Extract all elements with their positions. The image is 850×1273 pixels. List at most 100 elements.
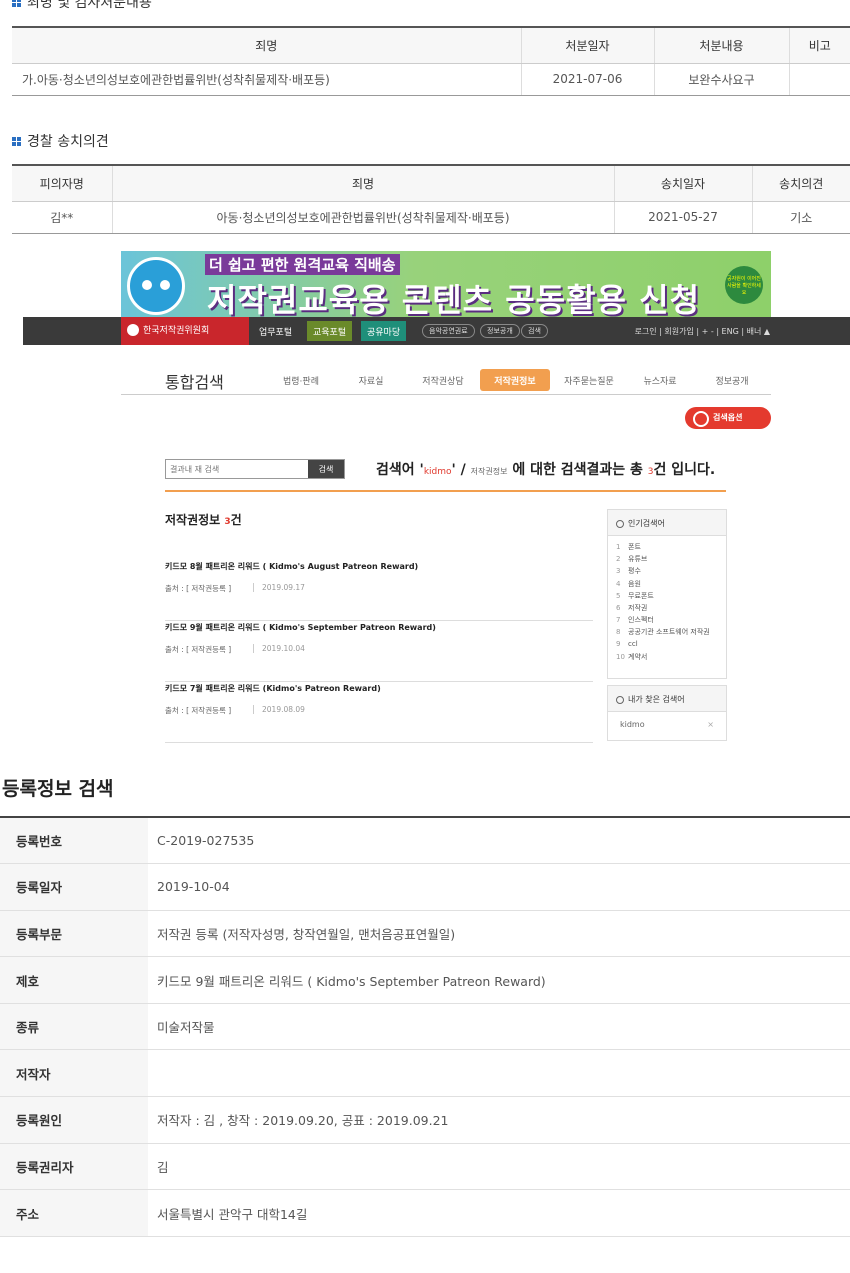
table-row: 등록원인 저작자 : 김 , 창작 : 2019.09.20, 공표 : 2019… <box>0 1096 850 1144</box>
item-date: 2019.09.17 <box>253 583 305 592</box>
keyword-item[interactable]: 2 유튜브 <box>616 554 726 566</box>
table-row: 등록일자 2019-10-04 <box>0 863 850 911</box>
row-value <box>148 1050 850 1097</box>
nav-login-links[interactable]: 로그인 | 회원가입 | + - | ENG | 배너 ▲ <box>635 326 770 337</box>
nav-button-work-portal[interactable]: 업무포털 <box>253 321 298 341</box>
keyword-item[interactable]: 6 저작권 <box>616 603 726 615</box>
table-row: 종류 미술저작물 <box>0 1003 850 1050</box>
row-value: 서울특별시 관악구 대학14길 <box>157 1206 308 1222</box>
item-title[interactable]: 키드모 9월 패트리온 리워드 ( Kidmo's September Patr… <box>165 622 436 633</box>
integrated-search-title: 통합검색 <box>165 373 224 392</box>
result-search-button[interactable]: 검색 <box>308 460 344 478</box>
keyword-item[interactable]: 7 인스펙터 <box>616 615 726 627</box>
keyword-item[interactable]: 3 평수 <box>616 566 726 578</box>
result-search-box: 검색 <box>165 459 345 479</box>
item-date: 2019.08.09 <box>253 705 305 714</box>
row-label: 등록부문 <box>0 910 148 957</box>
result-sep: ' / <box>451 462 471 478</box>
banner-title: 저작권교육용 콘텐츠 공동활용 신청 <box>207 281 701 317</box>
item-title[interactable]: 키드모 7월 패트리온 리워드 (Kidmo's Patreon Reward) <box>165 683 381 694</box>
cell-suspect: 김** <box>12 201 112 234</box>
result-search-input[interactable] <box>166 460 306 478</box>
cell-opinion: 기소 <box>751 201 850 234</box>
col-header-date: 처분일자 <box>520 26 654 64</box>
row-label: 제호 <box>0 956 148 1004</box>
recent-keyword[interactable]: kidmo × <box>608 712 726 735</box>
table-row: 등록번호 C-2019-027535 <box>0 817 850 864</box>
result-summary: 검색어 'kidmo' / 저작권정보 에 대한 검색결과는 총 3건 입니다. <box>376 459 715 479</box>
search-tabs: 통합검색 법령·판례 자료실 저작권상담 저작권정보 자주묻는질문 뉴스자료 정… <box>121 363 771 395</box>
list-item[interactable]: 키드모 9월 패트리온 리워드 ( Kidmo's September Patr… <box>165 622 593 682</box>
col-header-charge: 죄명 <box>111 164 614 202</box>
item-date: 2019.10.04 <box>253 644 305 653</box>
tab-law[interactable]: 법령·판례 <box>271 369 331 391</box>
popular-keywords-panel: 인기검색어 1 폰트 2 유튜브 3 평수 4 음원 5 무료폰트 6 저작권 7 인스펙터 … <box>607 509 727 679</box>
popular-keywords-title: 인기검색어 <box>608 510 726 536</box>
popular-keywords-list: 1 폰트 2 유튜브 3 평수 4 음원 5 무료폰트 6 저작권 7 인스펙터 8 공공기관 … <box>608 536 726 670</box>
nav-button-share-yard[interactable]: 공유마당 <box>361 321 407 341</box>
row-value: 저작권 등록 (저작자성명, 창작연월일, 맨처음공표연월일) <box>157 926 456 942</box>
banner-badge: 공자원이 이어진 사람을 확인하세요 <box>725 266 763 304</box>
table-row: 제호 키드모 9월 패트리온 리워드 ( Kidmo's September Pa… <box>0 956 850 1004</box>
result-category: 저작권정보 <box>470 467 508 476</box>
banner-subtitle: 더 쉽고 편한 원격교육 직배송 <box>205 254 400 275</box>
result-list-title: 저작권정보 3건 <box>165 511 242 528</box>
square-bullet-icon <box>12 136 21 146</box>
police-opinion-table: 피의자명 죄명 송치일자 송치의견 김** 아동·청소년의성보호에관한법률위반(… <box>12 164 850 234</box>
top-navbar: 한국저작권위원회 업무포털 교육포털 공유마당 음악공연권료 정보공개 검색 로… <box>23 317 850 345</box>
keyword-item[interactable]: 10 계약서 <box>616 652 726 664</box>
keyword-item[interactable]: 1 폰트 <box>616 542 726 554</box>
result-keyword: kidmo <box>423 467 452 477</box>
cell-date: 2021-07-06 <box>520 63 654 96</box>
row-label: 등록번호 <box>0 817 148 864</box>
cell-disposition: 보완수사요구 <box>653 63 789 96</box>
table-row: 가.아동·청소년의성보호에관한법률위반(성착취물제작·배포등) 2021-07-… <box>12 63 850 96</box>
close-icon[interactable]: × <box>707 720 714 729</box>
table-row: 주소 서울특별시 관악구 대학14길 <box>0 1189 850 1237</box>
disposition-table: 죄명 처분일자 처분내용 비고 가.아동·청소년의성보호에관한법률위반(성착취물… <box>12 26 850 96</box>
promo-banner[interactable]: 더 쉽고 편한 원격교육 직배송 저작권교육용 콘텐츠 공동활용 신청 공자원이… <box>121 251 771 317</box>
section-heading-disposition: 죄명 및 검사처분내용 <box>12 0 152 12</box>
recent-keyword-text[interactable]: kidmo <box>620 720 645 729</box>
keyword-item[interactable]: 8 공공기관 소프트웨어 저작권 <box>616 627 726 639</box>
section-heading-police: 경찰 송치의견 <box>12 131 109 151</box>
section-title: 경찰 송치의견 <box>27 134 109 150</box>
square-bullet-icon <box>12 0 21 7</box>
row-label: 주소 <box>0 1189 148 1237</box>
section-title: 죄명 및 검사처분내용 <box>27 0 152 11</box>
tab-consult[interactable]: 저작권상담 <box>411 369 475 391</box>
divider <box>165 490 726 492</box>
row-value: 2019-10-04 <box>157 879 230 895</box>
table-row: 김** 아동·청소년의성보호에관한법률위반(성착취물제작·배포등) 2021-0… <box>12 201 850 234</box>
col-header-date: 송치일자 <box>613 164 752 202</box>
keyword-item[interactable]: 5 무료폰트 <box>616 591 726 603</box>
item-source: 출처 : [ 저작권등록 ] <box>165 584 232 593</box>
item-source: 출처 : [ 저작권등록 ] <box>165 645 232 654</box>
nav-pill-music[interactable]: 음악공연권료 <box>422 324 475 338</box>
result-suffix2: 건 입니다. <box>653 462 716 478</box>
nav-button-edu-portal[interactable]: 교육포털 <box>307 321 353 341</box>
result-prefix: 검색어 ' <box>376 462 424 478</box>
row-value: 키드모 9월 패트리온 리워드 ( Kidmo's September Patr… <box>157 973 546 989</box>
col-header-charge: 죄명 <box>12 26 521 64</box>
nav-pill-search[interactable]: 검색 <box>521 324 548 338</box>
cell-date: 2021-05-27 <box>613 201 752 234</box>
site-logo[interactable]: 한국저작권위원회 <box>121 317 249 345</box>
registration-table: 등록번호 C-2019-027535 등록일자 2019-10-04 등록부문 저작권… <box>0 816 850 1237</box>
result-suffix: 에 대한 검색결과는 총 <box>507 462 648 478</box>
keyword-item[interactable]: 9 ccl <box>616 640 726 652</box>
list-item[interactable]: 키드모 8월 패트리온 리워드 ( Kidmo's August Patreon… <box>165 561 593 621</box>
nav-pill-info[interactable]: 정보공개 <box>480 324 520 338</box>
tab-library[interactable]: 자료실 <box>346 369 396 391</box>
keyword-item[interactable]: 4 음원 <box>616 579 726 591</box>
list-item[interactable]: 키드모 7월 패트리온 리워드 (Kidmo's Patreon Reward)… <box>165 683 593 743</box>
item-title[interactable]: 키드모 8월 패트리온 리워드 ( Kidmo's August Patreon… <box>165 561 418 572</box>
col-header-suspect: 피의자명 <box>12 164 112 202</box>
tab-news[interactable]: 뉴스자료 <box>633 369 687 391</box>
col-header-disposition: 처분내용 <box>653 26 789 64</box>
tab-copyright-info[interactable]: 저작권정보 <box>480 369 550 391</box>
tab-faq[interactable]: 자주묻는질문 <box>557 369 621 391</box>
tab-disclosure[interactable]: 정보공개 <box>701 369 763 391</box>
recent-keywords-panel: 내가 찾은 검색어 kidmo × <box>607 685 727 741</box>
search-options-button[interactable]: 검색옵션 <box>685 407 771 429</box>
